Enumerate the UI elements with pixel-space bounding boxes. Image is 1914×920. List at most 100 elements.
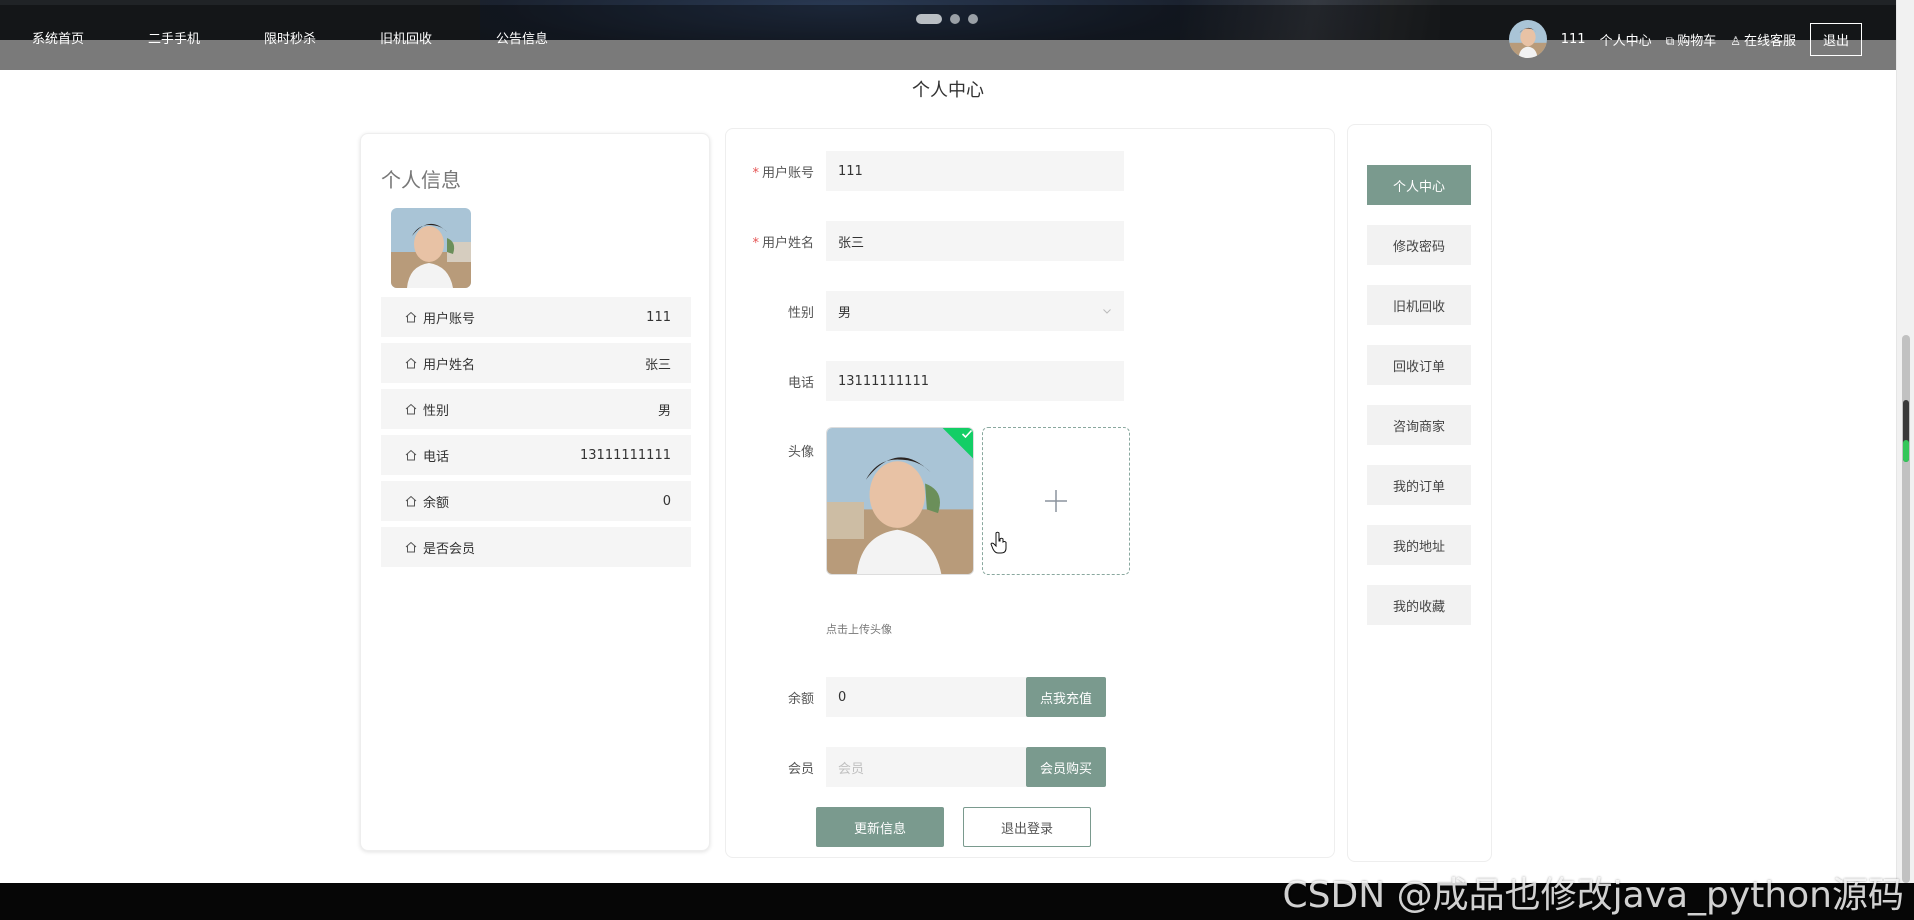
info-label: 性别	[423, 403, 450, 419]
menu-item-consult-merchant[interactable]: 咨询商家	[1367, 405, 1471, 445]
profile-avatar	[391, 208, 471, 288]
profile-card-title: 个人信息	[381, 168, 461, 192]
gender-select[interactable]: 男	[826, 291, 1124, 331]
account-input[interactable]: 111	[826, 151, 1124, 191]
menu-item-recycle[interactable]: 旧机回收	[1367, 285, 1471, 325]
cart-label: 购物车	[1677, 33, 1717, 49]
info-row-phone: 电话 13111111111	[381, 435, 691, 475]
side-menu-card: 个人中心 修改密码 旧机回收 回收订单 咨询商家 我的订单 我的地址 我的收藏	[1347, 124, 1492, 862]
info-value: 111	[646, 309, 671, 325]
member-label: 会员	[787, 761, 814, 777]
info-value: 男	[657, 403, 671, 419]
side-menu: 个人中心 修改密码 旧机回收 回收订单 咨询商家 我的订单 我的地址 我的收藏	[1367, 165, 1471, 645]
form-row-avatar: 头像	[746, 441, 826, 460]
info-row-gender: 性别 男	[381, 389, 691, 429]
info-value: 张三	[644, 357, 671, 373]
phone-input[interactable]: 13111111111	[826, 361, 1124, 401]
person-icon: ♙	[1730, 33, 1741, 48]
uploaded-avatar[interactable]	[826, 427, 974, 575]
service-label: 在线客服	[1743, 33, 1796, 49]
home-icon	[405, 403, 417, 415]
check-icon	[961, 429, 973, 439]
page-scrollbar[interactable]	[1896, 0, 1914, 883]
member-placeholder: 会员	[838, 761, 865, 777]
gender-label: 性别	[787, 305, 814, 321]
name-label: * 用户姓名	[746, 232, 826, 251]
menu-item-change-password[interactable]: 修改密码	[1367, 225, 1471, 265]
user-center-link[interactable]: 个人中心	[1600, 30, 1652, 49]
user-name[interactable]: 111	[1561, 32, 1586, 47]
info-value: 0	[662, 493, 671, 509]
avatar-photo-icon	[1508, 20, 1547, 58]
info-label: 用户姓名	[423, 357, 476, 373]
profile-form-card: * 用户账号 111 * 用户姓名 张三 性别 男 电话 13111111111 头…	[725, 128, 1335, 858]
info-label: 余额	[423, 495, 450, 511]
form-row-member: 会员 会员 会员购买	[746, 747, 1107, 787]
nav-flash-sale[interactable]: 限时秒杀	[232, 28, 348, 50]
form-row-name: * 用户姓名 张三	[746, 221, 1124, 261]
carousel-dot-1[interactable]	[916, 14, 942, 24]
form-row-account: * 用户账号 111	[746, 151, 1124, 191]
info-row-name: 用户姓名 张三	[381, 343, 691, 383]
required-mark: *	[752, 165, 759, 181]
avatar-photo-icon	[391, 208, 471, 288]
menu-item-my-orders[interactable]: 我的订单	[1367, 465, 1471, 505]
form-row-balance: 余额 0 点我充值	[746, 677, 1107, 717]
menu-item-favorites[interactable]: 我的收藏	[1367, 585, 1471, 625]
info-label: 电话	[423, 449, 450, 465]
info-row-account: 用户账号 111	[381, 297, 691, 337]
page-title: 个人中心	[912, 80, 984, 101]
menu-item-recycle-orders[interactable]: 回收订单	[1367, 345, 1471, 385]
member-buy-button[interactable]: 会员购买	[1026, 747, 1107, 787]
home-icon	[405, 495, 417, 507]
user-bar: 111 个人中心 ⧉ 购物车 ♙ 在线客服 退出	[1508, 20, 1862, 58]
home-icon	[405, 541, 417, 553]
info-label: 用户账号	[423, 311, 476, 327]
balance-input[interactable]: 0	[826, 677, 1026, 717]
plus-icon	[1045, 490, 1067, 512]
home-icon	[405, 449, 417, 461]
logout-account-button[interactable]: 退出登录	[963, 807, 1091, 847]
name-input[interactable]: 张三	[826, 221, 1124, 261]
carousel-dot-3[interactable]	[968, 14, 978, 24]
avatar-upload-hint: 点击上传头像	[826, 623, 892, 636]
info-value: 13111111111	[580, 447, 671, 463]
avatar-upload	[826, 427, 1130, 575]
avatar-photo-icon	[827, 428, 973, 574]
service-link[interactable]: ♙ 在线客服	[1730, 30, 1796, 49]
account-label-text: 用户账号	[761, 165, 814, 181]
recharge-button[interactable]: 点我充值	[1026, 677, 1107, 717]
home-icon	[405, 311, 417, 323]
home-icon	[405, 357, 417, 369]
hand-cursor-icon	[990, 531, 1008, 559]
avatar-label: 头像	[787, 445, 814, 460]
info-row-member: 是否会员	[381, 527, 691, 567]
cart-link[interactable]: ⧉ 购物车	[1666, 30, 1717, 49]
nav-notices[interactable]: 公告信息	[464, 28, 580, 50]
watermark: CSDN @成品也修改java_python源码	[1282, 875, 1904, 916]
gender-value: 男	[838, 305, 852, 321]
carousel-dot-2[interactable]	[950, 14, 960, 24]
header-banner: 系统首页 二手手机 限时秒杀 旧机回收 公告信息 111 个人中心 ⧉ 购物车 ♙…	[0, 0, 1896, 70]
menu-item-profile[interactable]: 个人中心	[1367, 165, 1471, 205]
logout-button[interactable]: 退出	[1809, 22, 1862, 56]
avatar[interactable]	[1508, 20, 1547, 58]
update-info-button[interactable]: 更新信息	[816, 807, 944, 847]
cart-icon: ⧉	[1665, 33, 1675, 48]
profile-info-list: 用户账号 111 用户姓名 张三 性别 男 电话 13111111111 余额 …	[381, 297, 691, 573]
menu-item-my-address[interactable]: 我的地址	[1367, 525, 1471, 565]
info-row-balance: 余额 0	[381, 481, 691, 521]
required-mark: *	[752, 235, 759, 251]
form-row-phone: 电话 13111111111	[746, 361, 1124, 401]
nav-recycle[interactable]: 旧机回收	[348, 28, 464, 50]
phone-label: 电话	[787, 375, 814, 391]
form-row-gender: 性别 男	[746, 291, 1124, 331]
scrollbar-marker-green	[1903, 440, 1909, 462]
carousel-dots[interactable]	[916, 14, 978, 24]
nav-used-phones[interactable]: 二手手机	[116, 28, 232, 50]
member-input[interactable]: 会员	[826, 747, 1026, 787]
profile-info-card: 个人信息 用户账号 111 用户姓名 张三 性别 男 电话 1311111111…	[360, 133, 710, 851]
chevron-down-icon	[1103, 309, 1111, 314]
nav-home[interactable]: 系统首页	[0, 28, 116, 50]
info-label: 是否会员	[423, 541, 476, 557]
